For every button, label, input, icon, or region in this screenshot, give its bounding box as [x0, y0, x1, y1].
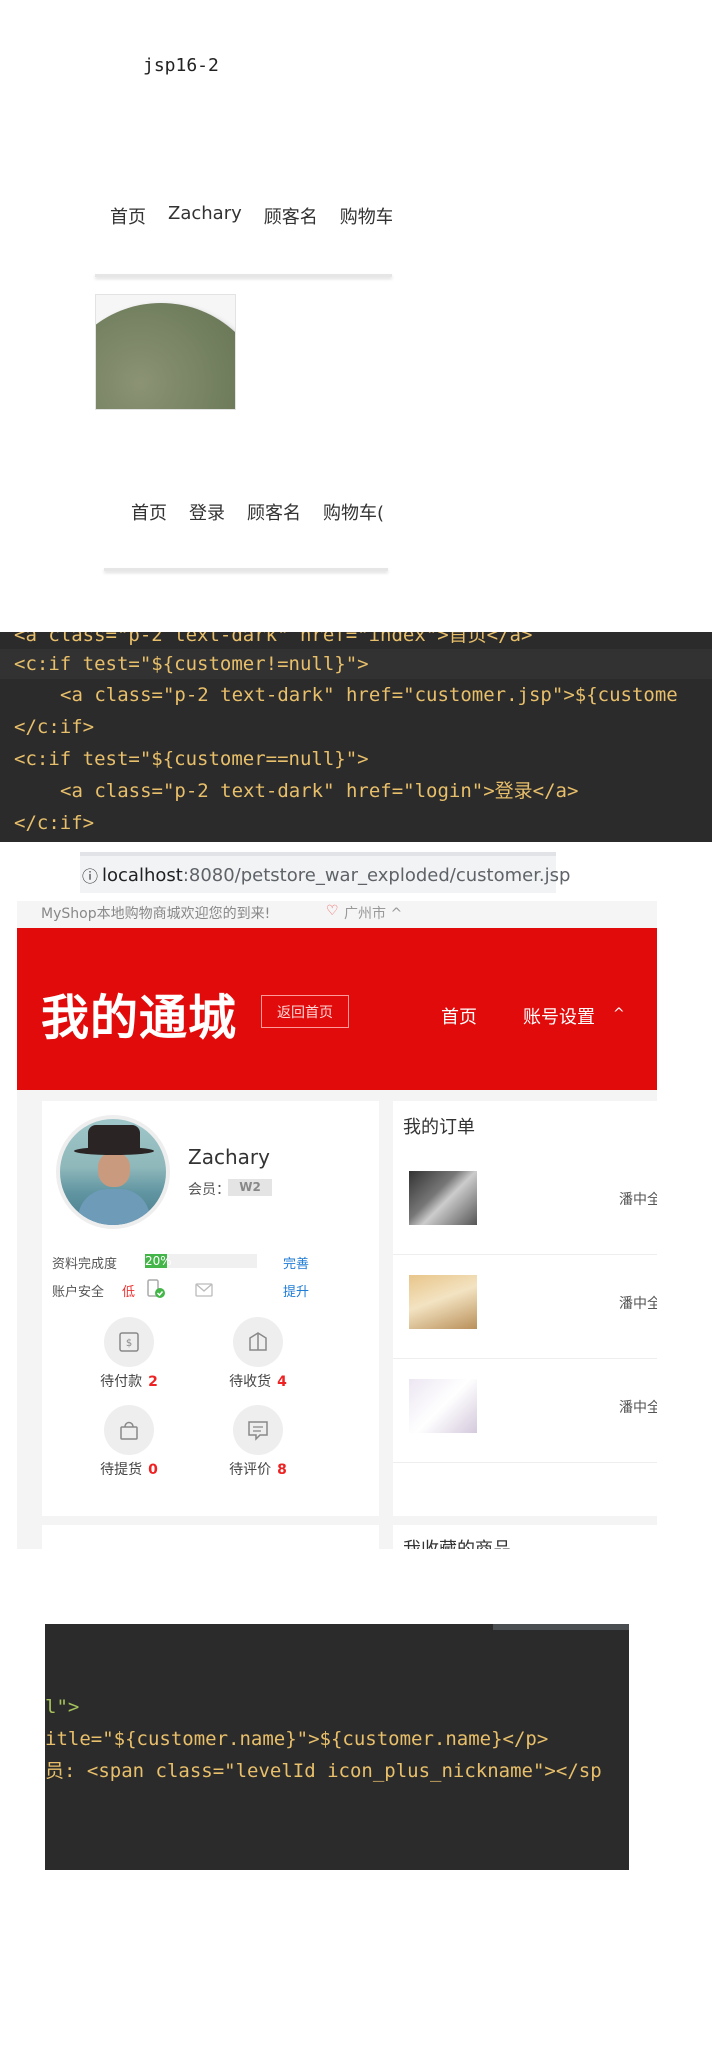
profile-completion-bar: 20% [145, 1254, 257, 1268]
chevron-up-icon[interactable]: ^ [613, 1006, 625, 1022]
page-heading: jsp16-2 [143, 55, 219, 76]
svg-text:$: $ [126, 1338, 132, 1349]
stat-count: 4 [277, 1374, 287, 1390]
stat-label: 待评价 [229, 1462, 272, 1478]
user-avatar[interactable] [56, 1115, 170, 1229]
brand-header: 我的通城 返回首页 首页 账号设置 ^ [17, 928, 657, 1090]
account-security-label: 账户安全 [52, 1285, 105, 1300]
avatar-photo [60, 1119, 166, 1225]
nav-link-customer-name[interactable]: 顾客名 [247, 499, 301, 527]
code-line: 员: <span class="levelId icon_plus_nickna… [45, 1760, 602, 1782]
profile-completion-label: 资料完成度 [52, 1257, 118, 1272]
nav-divider [104, 568, 388, 571]
code-line: l"> [45, 1696, 80, 1718]
order-row[interactable]: 潘中全 [393, 1151, 657, 1255]
comment-icon [233, 1405, 283, 1455]
address-text[interactable]: localhost:8080/petstore_war_exploded/cus… [102, 865, 570, 886]
order-thumbnail [409, 1275, 477, 1329]
profile-extra-card [42, 1525, 379, 1549]
stat-label: 待收货 [229, 1374, 272, 1390]
stat-label: 待付款 [100, 1374, 143, 1390]
nav-divider [95, 274, 392, 277]
nav-bar-logged-in: 首页 Zachary 顾客名 购物车( [110, 203, 392, 231]
order-name: 潘中全 [619, 1192, 657, 1208]
stat-pending-pickup[interactable]: 待提货 0 [79, 1405, 179, 1479]
avatar-shirt [78, 1189, 150, 1225]
code-line: <a class="p-2 text-dark" href="login">登录… [60, 780, 579, 802]
profile-completion-fill: 20% [145, 1254, 172, 1268]
order-name: 潘中全 [619, 1296, 657, 1312]
header-home-link[interactable]: 首页 [441, 1003, 477, 1029]
user-name: Zachary [188, 1145, 270, 1169]
url-path: :8080/petstore_war_exploded/customer.jsp [182, 865, 571, 886]
phone-verified-icon [147, 1279, 165, 1298]
wallet-icon: $ [104, 1317, 154, 1367]
complete-profile-link[interactable]: 完善 [283, 1253, 309, 1272]
code-editor-jsp-customer: l"> itle="${customer.name}">${customer.n… [45, 1624, 629, 1870]
editor-scroll-tab [493, 1624, 629, 1630]
city-selector[interactable]: 广州市 ^ [344, 903, 402, 923]
member-level-badge: W2 [228, 1179, 272, 1196]
favorites-title: 我收藏的商品 [403, 1535, 511, 1549]
nav-link-cart[interactable]: 购物车( [323, 499, 384, 527]
stat-pending-payment[interactable]: $ 待付款 2 [79, 1317, 179, 1391]
avatar-face [98, 1153, 130, 1187]
order-row[interactable]: 潘中全 [393, 1359, 657, 1463]
stat-count: 2 [148, 1374, 158, 1390]
stat-count: 8 [277, 1462, 287, 1478]
nav-link-home[interactable]: 首页 [131, 499, 167, 527]
nav-bar-logged-out: 首页 登录 顾客名 购物车( [131, 499, 389, 527]
stat-label: 待提货 [100, 1462, 143, 1478]
order-thumbnail [409, 1171, 477, 1225]
account-settings-link[interactable]: 账号设置 [523, 1003, 595, 1029]
browser-address-bar[interactable]: ⓘ localhost:8080/petstore_war_exploded/c… [80, 852, 570, 893]
stat-pending-receipt[interactable]: 待收货 4 [208, 1317, 308, 1391]
welcome-topbar: MyShop本地购物商城欢迎您的到来! ♡ 广州市 ^ [17, 901, 657, 928]
shopping-bag-icon [104, 1405, 154, 1455]
nav-link-customer[interactable]: Zachary [168, 203, 242, 231]
favorites-card: 我收藏的商品 [393, 1525, 657, 1549]
shop-customer-page: MyShop本地购物商城欢迎您的到来! ♡ 广州市 ^ 我的通城 返回首页 首页… [17, 901, 657, 1549]
box-icon [233, 1317, 283, 1367]
code-line: </c:if> [14, 812, 95, 834]
stat-pending-review[interactable]: 待评价 8 [208, 1405, 308, 1479]
profile-card: Zachary 会员： W2 资料完成度 20% 完善 账户安全 低 提升 $ … [42, 1101, 379, 1516]
code-line: <a class="p-2 text-dark" href="index">首页… [14, 632, 533, 646]
nav-link-home[interactable]: 首页 [110, 203, 146, 231]
orders-title: 我的订单 [403, 1117, 475, 1138]
code-line: itle="${customer.name}">${customer.name}… [45, 1728, 549, 1750]
info-icon[interactable]: ⓘ [82, 863, 98, 887]
code-line: </c:if> [14, 716, 95, 738]
code-editor-jsp-nav: <a class="p-2 text-dark" href="index">首页… [0, 632, 712, 842]
member-label: 会员： [188, 1182, 230, 1198]
nav-link-login[interactable]: 登录 [189, 499, 225, 527]
code-line-current: <c:if test="${customer!=null}"> [0, 649, 712, 679]
code-line: <c:if test="${customer==null}"> [14, 748, 369, 770]
orders-card: 我的订单 潘中全 潘中全 潘中全 [393, 1101, 657, 1516]
avatar-image [96, 303, 235, 409]
heart-icon: ♡ [326, 903, 339, 919]
avatar-image-crop [95, 294, 236, 410]
order-name: 潘中全 [619, 1400, 657, 1416]
nav-link-cart[interactable]: 购物车( [340, 203, 392, 231]
brand-logo: 我的通城 [41, 990, 238, 1046]
nav-link-customer-name[interactable]: 顾客名 [264, 203, 318, 231]
stat-count: 0 [148, 1462, 158, 1478]
mail-icon [195, 1283, 213, 1297]
avatar-hat-brim [74, 1147, 154, 1155]
order-row[interactable]: 潘中全 [393, 1255, 657, 1359]
welcome-text: MyShop本地购物商城欢迎您的到来! [41, 906, 271, 922]
code-line: <a class="p-2 text-dark" href="customer.… [60, 684, 678, 706]
back-home-button[interactable]: 返回首页 [261, 995, 349, 1028]
url-host: localhost [102, 865, 183, 886]
order-thumbnail [409, 1379, 477, 1433]
improve-security-link[interactable]: 提升 [283, 1281, 309, 1300]
security-level-text: 低 [122, 1285, 136, 1300]
